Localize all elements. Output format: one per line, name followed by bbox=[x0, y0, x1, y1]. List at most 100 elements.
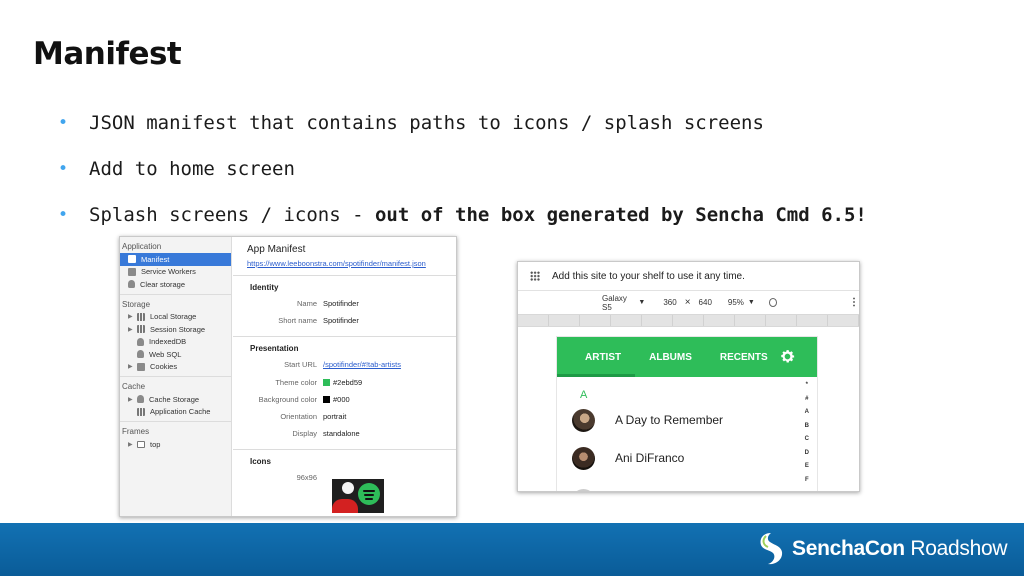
triangle-right-icon[interactable]: ▶ bbox=[128, 326, 137, 333]
sidebar-section-cache: Cache bbox=[122, 382, 146, 391]
sidebar-item-web-sql[interactable]: Web SQL bbox=[120, 348, 231, 361]
sidebar-item-label: Session Storage bbox=[150, 324, 206, 334]
sidebar-item-label: top bbox=[150, 439, 161, 449]
row-value: #2ebd59 bbox=[323, 378, 362, 387]
index-letter[interactable]: * bbox=[806, 382, 808, 396]
background-color-value: #000 bbox=[333, 394, 350, 404]
sidebar-item-indexeddb[interactable]: IndexedDB bbox=[120, 336, 231, 349]
more-vertical-icon[interactable]: ⋮ bbox=[849, 297, 859, 308]
index-letter[interactable]: D bbox=[805, 450, 809, 464]
index-letter[interactable]: E bbox=[805, 463, 809, 477]
row-key: Name bbox=[296, 299, 317, 309]
icon-size-label: 96x96 bbox=[296, 473, 317, 483]
tab-albums[interactable]: ALBUMS bbox=[649, 337, 692, 377]
bullet-item: • Splash screens / icons - out of the box… bbox=[58, 192, 867, 238]
panel-heading: App Manifest bbox=[247, 244, 306, 255]
icons-heading: Icons bbox=[250, 457, 271, 467]
spotify-logo-icon bbox=[358, 483, 380, 505]
row-key: Short name bbox=[278, 316, 317, 326]
bullet-item: • Add to home screen bbox=[58, 146, 867, 192]
zoom-select[interactable]: 95% bbox=[728, 298, 744, 307]
frame-icon bbox=[137, 440, 145, 448]
artist-name: A Day to Remember bbox=[615, 413, 724, 427]
phone-viewport: ARTIST ALBUMS RECENTS A A Day to Remembe… bbox=[557, 337, 817, 491]
sidebar-item-local-storage[interactable]: ▶ Local Storage bbox=[120, 311, 231, 324]
sidebar-item-cache-storage[interactable]: ▶ Cache Storage bbox=[120, 393, 231, 406]
manifest-row: Name Spotifinder bbox=[247, 295, 456, 312]
sidebar-item-label: Application Cache bbox=[150, 407, 211, 417]
row-key: Background color bbox=[258, 394, 317, 404]
banner-message: Add this site to your shelf to use it an… bbox=[552, 270, 745, 282]
grid-icon bbox=[137, 407, 145, 416]
manifest-url-link[interactable]: https://www.leeboonstra.com/spotifinder/… bbox=[247, 259, 456, 268]
sidebar-item-service-workers[interactable]: Service Workers bbox=[120, 266, 231, 279]
sidebar-item-top[interactable]: ▶ top bbox=[120, 438, 231, 451]
triangle-right-icon[interactable]: ▶ bbox=[128, 396, 137, 403]
color-swatch-icon bbox=[323, 395, 330, 403]
triangle-right-icon[interactable]: ▶ bbox=[128, 313, 137, 320]
color-swatch-icon bbox=[323, 378, 330, 386]
row-value: #000 bbox=[323, 395, 350, 404]
row-value: standalone bbox=[323, 429, 360, 439]
row-value: Spotifinder bbox=[323, 316, 359, 326]
row-value: Spotifinder bbox=[323, 299, 359, 309]
grid-icon bbox=[137, 312, 145, 321]
bullet-list: • JSON manifest that contains paths to ic… bbox=[58, 100, 867, 238]
database-icon bbox=[137, 350, 144, 359]
index-letter[interactable]: F bbox=[805, 477, 809, 491]
devtools-sidebar: Application Manifest Service Workers Cle… bbox=[120, 237, 232, 516]
row-key: Display bbox=[292, 429, 317, 439]
sidebar-section-application: Application bbox=[122, 242, 162, 251]
sidebar-item-label: Cache Storage bbox=[149, 394, 200, 404]
triangle-right-icon[interactable]: ▶ bbox=[128, 441, 137, 448]
apps-grid-icon[interactable] bbox=[530, 271, 540, 281]
index-letter[interactable]: C bbox=[805, 436, 809, 450]
sidebar-item-label: Web SQL bbox=[149, 349, 182, 359]
bullet-dot-icon: • bbox=[58, 159, 69, 179]
avatar bbox=[572, 408, 595, 432]
triangle-right-icon[interactable]: ▶ bbox=[128, 363, 137, 370]
section-letter: A bbox=[580, 389, 588, 401]
brand-bold: SenchaCon bbox=[792, 537, 905, 560]
sidebar-item-session-storage[interactable]: ▶ Session Storage bbox=[120, 323, 231, 336]
caret-down-icon[interactable]: ▼ bbox=[748, 299, 755, 306]
sidebar-item-label: Manifest bbox=[141, 254, 170, 264]
bullet-text: Splash screens / icons - bbox=[89, 204, 375, 226]
bullet-text: Add to home screen bbox=[89, 158, 295, 180]
avatar bbox=[572, 489, 595, 491]
index-letter[interactable]: A bbox=[805, 409, 809, 423]
tab-artist[interactable]: ARTIST bbox=[585, 337, 621, 377]
list-item[interactable]: A Day to Remember bbox=[557, 401, 817, 439]
alphabet-index[interactable]: * # A B C D E F bbox=[805, 382, 809, 490]
sidebar-item-clear-storage[interactable]: Clear storage bbox=[120, 278, 231, 291]
sidebar-section-frames: Frames bbox=[122, 427, 150, 436]
gear-icon[interactable] bbox=[779, 348, 796, 365]
caret-down-icon[interactable]: ▼ bbox=[638, 299, 645, 306]
database-icon bbox=[137, 395, 144, 404]
artist-name: Ani DiFranco bbox=[615, 451, 685, 465]
rotate-icon[interactable] bbox=[768, 298, 777, 307]
gear-icon bbox=[128, 267, 136, 276]
list-item[interactable]: Ani DiFranco bbox=[557, 439, 817, 477]
brand-light: Roadshow bbox=[904, 537, 1008, 560]
bullet-text: JSON manifest that contains paths to ico… bbox=[89, 112, 764, 134]
device-select[interactable]: Galaxy S5 bbox=[602, 294, 634, 312]
row-key: Theme color bbox=[275, 377, 317, 387]
sidebar-item-label: Clear storage bbox=[140, 279, 186, 289]
devtools-manifest-panel: App Manifest https://www.leeboonstra.com… bbox=[233, 237, 456, 516]
sidebar-item-application-cache[interactable]: Application Cache bbox=[120, 406, 231, 419]
devtools-screenshot: Application Manifest Service Workers Cle… bbox=[119, 236, 457, 517]
footer-brand: SenchaCon Roadshow bbox=[792, 537, 1008, 561]
add-to-shelf-banner: Add this site to your shelf to use it an… bbox=[518, 262, 859, 291]
senchacon-logo-icon bbox=[760, 533, 783, 565]
sidebar-item-cookies[interactable]: ▶ Cookies bbox=[120, 361, 231, 374]
tab-recents[interactable]: RECENTS bbox=[720, 337, 768, 377]
manifest-row: Background color #000 bbox=[247, 391, 456, 408]
device-height-field[interactable]: 640 bbox=[699, 298, 712, 307]
start-url-link[interactable]: /spotifinder/#!tab-artists bbox=[323, 360, 401, 369]
index-letter[interactable]: # bbox=[805, 396, 808, 410]
device-width-field[interactable]: 360 bbox=[663, 298, 676, 307]
identity-heading: Identity bbox=[250, 283, 279, 292]
sidebar-item-manifest[interactable]: Manifest bbox=[120, 253, 231, 266]
index-letter[interactable]: B bbox=[805, 423, 809, 437]
